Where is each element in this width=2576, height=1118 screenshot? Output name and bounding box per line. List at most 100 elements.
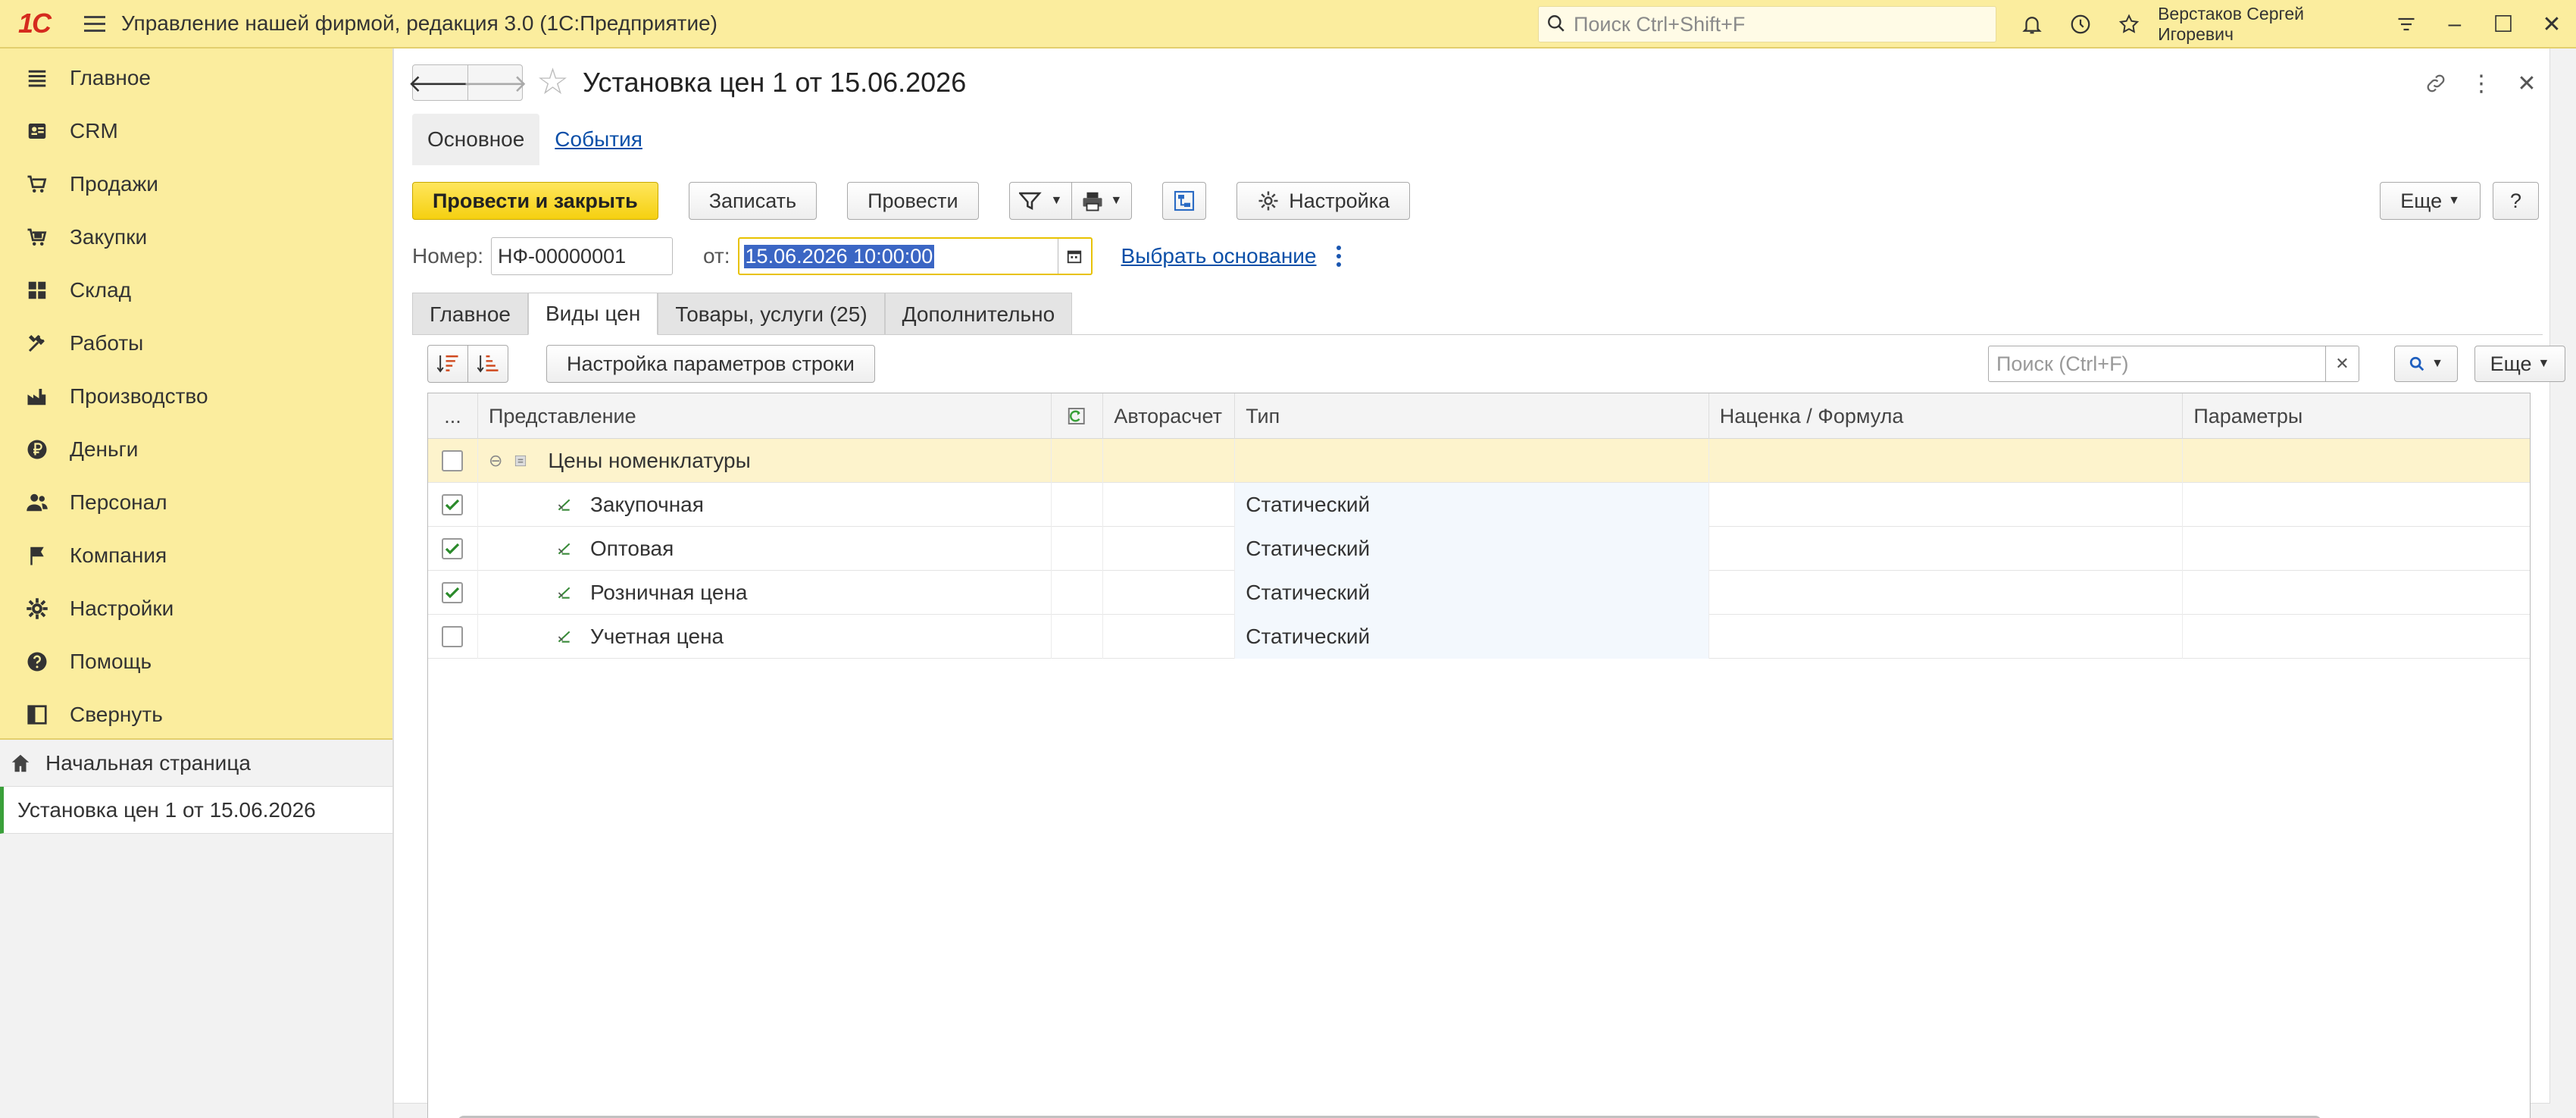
link-button[interactable] <box>2413 65 2459 102</box>
clear-search-button[interactable]: ✕ <box>2325 346 2359 381</box>
column-header-refresh[interactable] <box>1052 393 1104 439</box>
sort-ascending-button[interactable] <box>427 345 468 383</box>
sidebar-item-main[interactable]: Главное <box>0 52 392 105</box>
tab-additional[interactable]: Дополнительно <box>884 293 1073 335</box>
row-checkbox-cell <box>428 571 478 615</box>
print-button[interactable]: ▼ <box>1072 182 1133 220</box>
empty-cell <box>1052 439 1104 483</box>
help-icon <box>24 649 50 675</box>
vertical-dots-icon[interactable] <box>1336 246 1341 267</box>
column-header-autocalc[interactable]: Авторасчет <box>1103 393 1236 439</box>
main-menu-button[interactable] <box>68 0 121 48</box>
row-checkbox[interactable] <box>442 626 464 647</box>
table-row[interactable]: Розничная цена Статический <box>428 571 2530 615</box>
parameters-cell <box>2183 439 2530 483</box>
sidebar-item-company[interactable]: Компания <box>0 529 392 582</box>
favorite-star-icon[interactable]: ☆ <box>536 64 569 101</box>
calendar-button[interactable] <box>1057 239 1091 274</box>
global-search-input[interactable]: Поиск Ctrl+Shift+F <box>1538 6 1996 42</box>
row-name: Учетная цена <box>589 625 724 648</box>
tab-price-types[interactable]: Виды цен <box>527 293 658 335</box>
create-based-on-button[interactable]: ▼ <box>1008 182 1073 220</box>
date-field[interactable]: 15.06.2026 10:00:00 <box>737 237 1093 275</box>
favorites-button[interactable] <box>2105 0 2153 49</box>
dropdown-caret-icon: ▼ <box>2448 194 2460 207</box>
sidebar-item-help[interactable]: Помощь <box>0 635 392 688</box>
open-window-home[interactable]: Начальная страница <box>0 740 392 787</box>
save-button[interactable]: Записать <box>688 182 818 220</box>
grid-search-button[interactable]: ▼ <box>2394 346 2458 382</box>
tab-events[interactable]: События <box>539 114 658 165</box>
column-header-parameters[interactable]: Параметры <box>2183 393 2530 439</box>
close-form-button[interactable]: ✕ <box>2504 65 2549 102</box>
row-checkbox[interactable] <box>442 494 464 515</box>
sidebar-item-label: Работы <box>70 331 144 355</box>
column-header-markup[interactable]: Наценка / Формула <box>1709 393 2184 439</box>
tab-basic[interactable]: Основное <box>412 114 540 165</box>
dropdown-caret-icon: ▼ <box>2537 357 2550 370</box>
sidebar-item-staff[interactable]: Персонал <box>0 476 392 529</box>
row-settings-button[interactable]: Настройка параметров строки <box>546 345 875 383</box>
row-checkbox[interactable] <box>442 450 464 471</box>
post-button[interactable]: Провести <box>847 182 979 220</box>
minimize-button[interactable]: – <box>2431 0 2479 49</box>
sort-descending-button[interactable] <box>468 345 508 383</box>
column-header-presentation[interactable]: Представление <box>478 393 1052 439</box>
document-form: 🡐 🡒 ☆ Установка цен 1 от 15.06.2026 ⋮ ✕ … <box>394 49 2565 1118</box>
sidebar-item-settings[interactable]: Настройки <box>0 582 392 635</box>
dropdown-caret-icon: ▼ <box>2431 357 2443 370</box>
forward-button[interactable]: 🡒 <box>463 65 527 100</box>
tab-goods-services[interactable]: Товары, услуги (25) <box>658 293 885 335</box>
app-logo[interactable]: 1С <box>0 0 68 48</box>
history-button[interactable] <box>2056 0 2105 49</box>
collapse-minus-icon[interactable]: ⊖ <box>489 451 502 471</box>
window-menu-button[interactable] <box>2382 0 2431 49</box>
history-icon <box>2071 14 2090 34</box>
column-header-menu[interactable]: ... <box>428 393 478 439</box>
sidebar-item-money[interactable]: Деньги <box>0 423 392 476</box>
choose-basis-link[interactable]: Выбрать основание <box>1121 244 1317 268</box>
horizontal-scrollbar[interactable]: ◂ ▸ <box>443 1113 2516 1118</box>
current-user[interactable]: Верстаков Сергей Игоревич <box>2158 4 2371 45</box>
close-window-button[interactable]: ✕ <box>2528 0 2576 49</box>
sidebar-item-purchases[interactable]: Закупки <box>0 211 392 264</box>
more-button[interactable]: Еще ▼ <box>2380 182 2481 220</box>
number-field[interactable]: НФ-00000001 <box>490 237 673 275</box>
price-type-icon <box>558 543 571 555</box>
close-icon: ✕ <box>2542 11 2562 37</box>
back-button[interactable]: 🡐 <box>408 65 473 100</box>
table-row[interactable]: Оптовая Статический <box>428 527 2530 571</box>
arrow-right-icon: 🡒 <box>462 69 528 97</box>
scroll-right-icon[interactable]: ▸ <box>2509 1114 2516 1118</box>
sidebar-item-works[interactable]: Работы <box>0 317 392 370</box>
structure-button[interactable] <box>1162 182 1207 220</box>
scroll-left-icon[interactable]: ◂ <box>443 1114 450 1118</box>
sidebar-item-collapse[interactable]: Свернуть <box>0 688 392 741</box>
help-button[interactable]: ? <box>2492 182 2539 220</box>
markup-cell <box>1709 527 2184 571</box>
empty-cell <box>1052 483 1104 527</box>
tab-main[interactable]: Главное <box>412 293 528 335</box>
sidebar-item-sales[interactable]: Продажи <box>0 158 392 211</box>
grid-command-bar: Настройка параметров строки Поиск (Ctrl+… <box>427 341 2565 387</box>
row-checkbox[interactable] <box>442 582 464 603</box>
form-more-button[interactable]: ⋮ <box>2459 65 2504 102</box>
open-window-current[interactable]: Установка цен 1 от 15.06.2026 <box>0 787 392 834</box>
sidebar-item-warehouse[interactable]: Склад <box>0 264 392 317</box>
sidebar-item-production[interactable]: Производство <box>0 370 392 423</box>
settings-button[interactable]: Настройка <box>1236 182 1411 220</box>
grid-more-button[interactable]: Еще ▼ <box>2474 346 2565 382</box>
empty-cell <box>1052 615 1104 659</box>
row-checkbox[interactable] <box>442 538 464 559</box>
column-header-type[interactable]: Тип <box>1235 393 1709 439</box>
table-row[interactable]: Закупочная Статический <box>428 483 2530 527</box>
parameters-cell <box>2183 527 2530 571</box>
post-and-close-button[interactable]: Провести и закрыть <box>412 182 658 220</box>
grid-search-input[interactable]: Поиск (Ctrl+F) ✕ <box>1988 346 2359 382</box>
sidebar-item-crm[interactable]: CRM <box>0 105 392 158</box>
maximize-button[interactable]: ☐ <box>2479 0 2528 49</box>
dropdown-caret-icon: ▼ <box>1110 194 1123 207</box>
table-row[interactable]: Учетная цена Статический <box>428 615 2530 659</box>
table-row-group[interactable]: ⊖ Цены номенклатуры <box>428 439 2530 483</box>
notifications-button[interactable] <box>2008 0 2056 49</box>
